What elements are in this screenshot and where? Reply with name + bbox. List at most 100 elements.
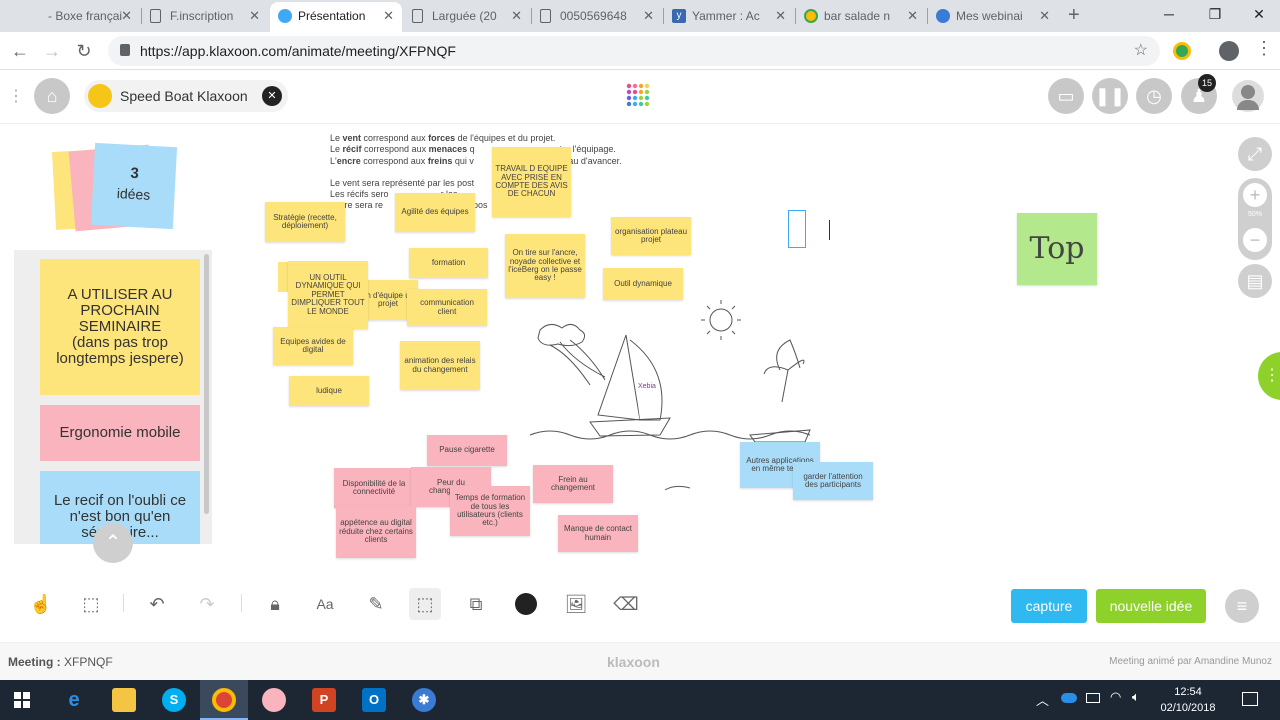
browser-menu-icon[interactable]: ⋮ bbox=[1255, 38, 1273, 59]
close-meeting-button[interactable]: ✕ bbox=[262, 86, 282, 106]
skype-icon[interactable]: S bbox=[162, 688, 186, 712]
close-tab-icon[interactable]: ✕ bbox=[511, 2, 522, 30]
panel-scrollbar[interactable] bbox=[204, 254, 209, 514]
image-tool-icon[interactable]: 🖼︎ bbox=[561, 590, 591, 618]
toolbox-button[interactable]: ▤ bbox=[1238, 264, 1272, 298]
close-tab-icon[interactable]: ✕ bbox=[121, 2, 132, 30]
close-tab-icon[interactable]: ✕ bbox=[775, 2, 786, 30]
menu-icon[interactable]: ≡ bbox=[1225, 589, 1259, 623]
sticky-note[interactable]: Manque de contact humain bbox=[558, 515, 638, 552]
reload-icon[interactable]: ↻ bbox=[72, 40, 96, 62]
sticky-note[interactable]: Stratégie (recette, déploiement) bbox=[265, 202, 345, 242]
undo-icon[interactable]: ↶ bbox=[142, 590, 172, 618]
sticky-note[interactable]: UN OUTIL DYNAMIQUE QUI PERMET DIMPLIQUER… bbox=[288, 261, 368, 329]
zoom-in-button[interactable]: + bbox=[1243, 183, 1267, 207]
notifications-icon[interactable] bbox=[1242, 692, 1258, 706]
sticky-note[interactable]: animation des relais du changement bbox=[400, 341, 480, 390]
sticky-note[interactable]: Disponibilité de la connectivité bbox=[334, 468, 414, 508]
extension-icon[interactable] bbox=[1173, 42, 1191, 60]
onedrive-icon[interactable] bbox=[1061, 693, 1077, 703]
back-arrow-icon[interactable]: ← bbox=[8, 40, 32, 62]
sticky-note[interactable]: Outil dynamique bbox=[603, 268, 683, 300]
redo-icon[interactable]: ↷ bbox=[192, 590, 222, 618]
url-field[interactable]: https://app.klaxoon.com/animate/meeting/… bbox=[108, 36, 1160, 66]
browser-tab[interactable]: bar salade n ✕ bbox=[796, 2, 926, 32]
lock-tool-icon[interactable]: 🔒︎ bbox=[260, 590, 290, 618]
outlook-icon[interactable]: O bbox=[362, 688, 386, 712]
close-window-button[interactable]: ✕ bbox=[1236, 0, 1280, 30]
pointer-tool-icon[interactable]: ☝ bbox=[26, 590, 56, 618]
edge-icon[interactable]: e bbox=[62, 688, 86, 712]
sticky-note[interactable]: On tire sur l'ancre, noyade collective e… bbox=[505, 234, 585, 298]
browser-tab[interactable]: Larguée (20 ✕ bbox=[404, 2, 530, 32]
chrome-taskbar-active[interactable] bbox=[200, 680, 248, 720]
select-tool-icon[interactable]: ⬚ bbox=[76, 590, 106, 618]
app-icon[interactable] bbox=[262, 688, 286, 712]
browser-tab[interactable]: Mes webinai ✕ bbox=[928, 2, 1058, 32]
drag-handle-icon[interactable]: ⋮ bbox=[8, 86, 24, 106]
idea-card[interactable]: A UTILISER AU PROCHAIN SEMINAIRE (dans p… bbox=[40, 259, 200, 395]
battery-icon[interactable] bbox=[1086, 693, 1100, 703]
sticky-note[interactable]: communication client bbox=[407, 289, 487, 326]
close-tab-icon[interactable]: ✕ bbox=[383, 2, 394, 30]
sticky-note[interactable]: Temps de formation de tous les utilisate… bbox=[450, 486, 530, 536]
idea-card[interactable]: Ergonomie mobile bbox=[40, 405, 200, 461]
wifi-icon[interactable]: ◠ bbox=[1110, 689, 1121, 705]
browser-tab-bar: - Boxe françai ✕ F.inscription ✕ Présent… bbox=[0, 0, 1280, 32]
ideas-counter[interactable]: 3 idées bbox=[90, 142, 178, 230]
new-idea-button[interactable]: nouvelle idée bbox=[1096, 589, 1206, 623]
sticky-note[interactable]: Pause cigarette bbox=[427, 435, 507, 466]
star-icon[interactable]: ☆ bbox=[1134, 40, 1148, 60]
sticky-note[interactable]: appétence au digital réduite chez certai… bbox=[336, 506, 416, 558]
close-tab-icon[interactable]: ✕ bbox=[249, 2, 260, 30]
powerpoint-icon[interactable]: P bbox=[312, 688, 336, 712]
profile-icon[interactable] bbox=[1219, 41, 1239, 61]
presentation-button[interactable]: ▭ bbox=[1048, 78, 1084, 114]
forward-arrow-icon[interactable]: → bbox=[40, 40, 64, 62]
timer-button[interactable]: ◷ bbox=[1136, 78, 1172, 114]
sticky-note[interactable]: Equipes avides de digital bbox=[273, 327, 353, 365]
shape-tool-icon[interactable]: ⬚ bbox=[409, 588, 441, 620]
capture-button[interactable]: capture bbox=[1011, 589, 1087, 623]
text-tool-icon[interactable]: Aa bbox=[310, 590, 340, 618]
zoom-out-button[interactable]: − bbox=[1243, 228, 1267, 252]
user-avatar[interactable] bbox=[1232, 80, 1264, 112]
sticky-note[interactable]: Top bbox=[1017, 213, 1097, 285]
clock[interactable]: 12:54 02/10/2018 bbox=[1150, 684, 1226, 716]
selection-box[interactable] bbox=[788, 210, 806, 248]
sticky-note[interactable]: TRAVAIL D EQUIPE AVEC PRISE EN COMPTE DE… bbox=[492, 147, 571, 217]
pen-tool-icon[interactable]: ✎ bbox=[361, 590, 391, 618]
minimize-button[interactable]: ─ bbox=[1146, 0, 1192, 30]
color-picker-icon[interactable] bbox=[515, 593, 537, 615]
home-button[interactable]: ⌂ bbox=[34, 78, 70, 114]
sticky-note[interactable]: ludique bbox=[289, 376, 369, 406]
pause-button[interactable]: ❚❚ bbox=[1092, 78, 1128, 114]
sticky-note[interactable]: organisation plateau projet bbox=[611, 217, 691, 255]
clock-time: 12:54 bbox=[1174, 686, 1202, 698]
side-drawer-toggle[interactable]: ⋮ bbox=[1258, 352, 1280, 400]
sticky-note[interactable]: Agilité des équipes bbox=[395, 193, 475, 232]
close-tab-icon[interactable]: ✕ bbox=[907, 2, 918, 30]
app-footer: Meeting : XFPNQF klaxoon Meeting animé p… bbox=[0, 642, 1280, 680]
volume-icon[interactable]: 🔈︎ bbox=[1132, 689, 1140, 705]
file-explorer-icon[interactable] bbox=[112, 688, 136, 712]
windows-start-icon[interactable] bbox=[14, 692, 30, 708]
chevron-up-icon[interactable]: ︿ bbox=[1036, 690, 1049, 709]
layer-tool-icon[interactable]: ⧉ bbox=[461, 590, 491, 618]
sticky-note[interactable]: garder l'attention des participants bbox=[793, 462, 873, 500]
browser-tab[interactable]: 0050569648 ✕ bbox=[532, 2, 662, 32]
new-tab-button[interactable]: + bbox=[1068, 2, 1080, 28]
sticky-note[interactable]: Frein au changement bbox=[533, 465, 613, 503]
webinar-app-icon[interactable]: ✱ bbox=[412, 688, 436, 712]
browser-tab-active[interactable]: Présentation ✕ bbox=[270, 2, 402, 32]
browser-tab[interactable]: F.inscription ✕ bbox=[142, 2, 268, 32]
browser-tab[interactable]: - Boxe françai ✕ bbox=[8, 2, 140, 32]
close-tab-icon[interactable]: ✕ bbox=[1039, 2, 1050, 30]
close-tab-icon[interactable]: ✕ bbox=[643, 2, 654, 30]
restore-button[interactable]: ❐ bbox=[1192, 0, 1238, 30]
fullscreen-button[interactable]: ⤢ bbox=[1238, 137, 1272, 171]
eraser-tool-icon[interactable]: ⌫ bbox=[611, 590, 641, 618]
sticky-note[interactable]: formation bbox=[409, 248, 488, 278]
scroll-up-button[interactable]: ⌃ bbox=[93, 523, 133, 563]
browser-tab[interactable]: y Yammer : Ac ✕ bbox=[664, 2, 794, 32]
